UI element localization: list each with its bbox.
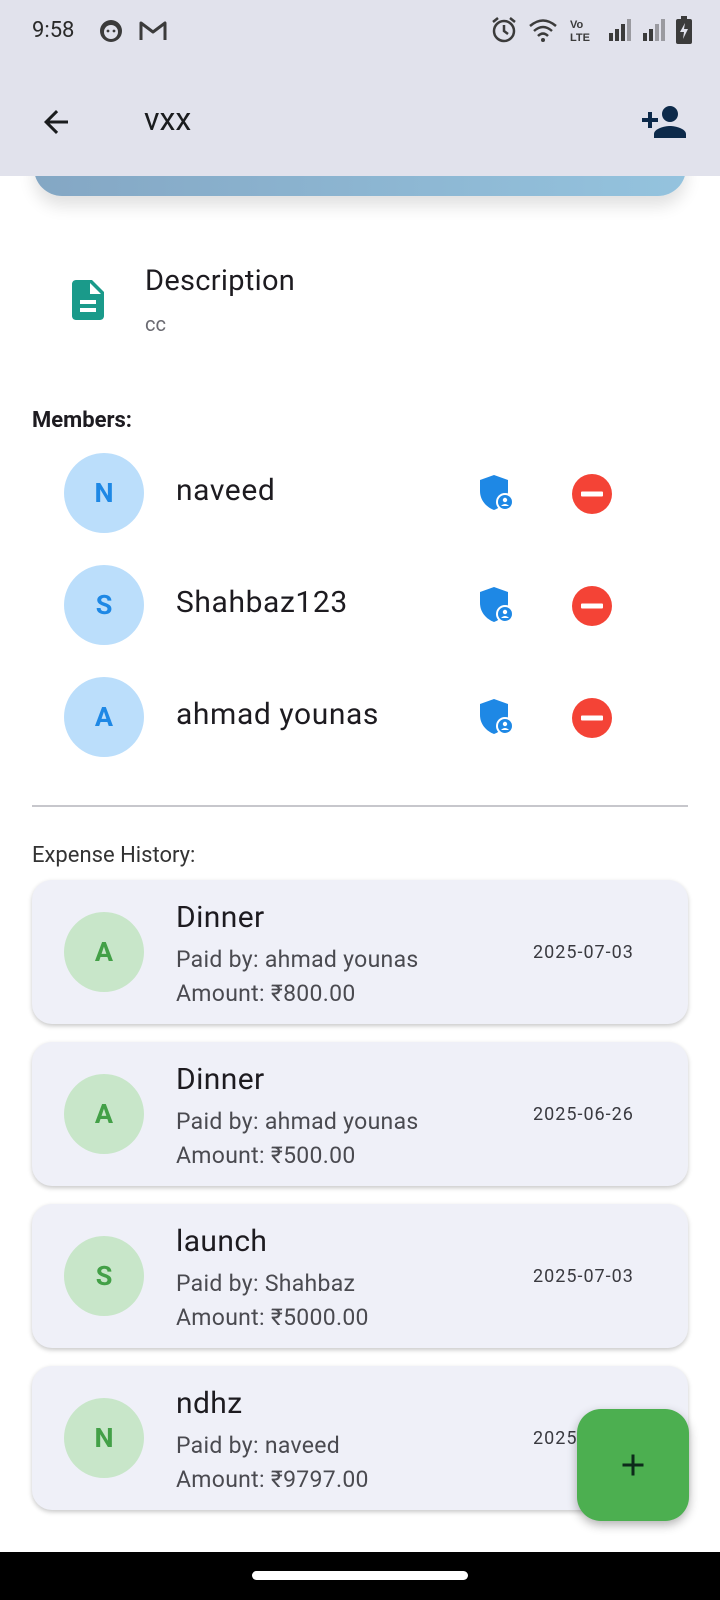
avatar: N — [64, 1398, 144, 1478]
alarm-icon — [490, 16, 518, 48]
system-nav-bar — [0, 1552, 720, 1600]
avatar-initial: A — [94, 1098, 114, 1130]
add-member-button[interactable] — [636, 96, 692, 148]
divider — [32, 805, 688, 807]
status-left-icons — [98, 18, 168, 48]
avatar-initial: N — [94, 477, 114, 509]
expense-title: Dinner — [176, 900, 265, 935]
remove-circle-icon — [572, 474, 612, 514]
remove-member-button[interactable] — [571, 473, 613, 515]
avatar: S — [64, 1236, 144, 1316]
members-label: Members: — [32, 408, 133, 433]
avatar: S — [64, 565, 144, 645]
remove-member-button[interactable] — [571, 697, 613, 739]
expense-amount: Amount: ₹5000.00 — [176, 1304, 369, 1331]
person-add-icon — [642, 106, 686, 138]
expense-date: 2025 — [533, 1428, 578, 1449]
add-expense-button[interactable] — [577, 1409, 689, 1521]
signal-2-icon — [642, 19, 666, 45]
page-title: vxx — [144, 100, 192, 138]
expense-title: Dinner — [176, 1062, 265, 1097]
expense-card[interactable]: A Dinner Paid by: ahmad younas Amount: ₹… — [32, 880, 688, 1024]
avatar: A — [64, 677, 144, 757]
expense-paid-by: Paid by: naveed — [176, 1432, 341, 1459]
remove-circle-icon — [572, 698, 612, 738]
status-right-icons: Vo LTE — [490, 16, 692, 48]
gmail-icon — [138, 19, 168, 47]
avatar: N — [64, 453, 144, 533]
status-time: 9:58 — [32, 18, 75, 43]
battery-charging-icon — [676, 16, 692, 48]
avatar-initial: S — [95, 1260, 113, 1292]
avatar-initial: S — [95, 589, 113, 621]
expense-history-label: Expense History: — [32, 843, 196, 868]
signal-icon — [608, 19, 632, 45]
expense-amount: Amount: ₹500.00 — [176, 1142, 356, 1169]
document-icon — [64, 276, 112, 324]
arrow-left-icon — [44, 110, 68, 134]
avatar-initial: A — [94, 701, 114, 733]
expense-paid-by: Paid by: ahmad younas — [176, 1108, 419, 1135]
avatar-initial: N — [94, 1422, 114, 1454]
member-name: Shahbaz123 — [176, 585, 348, 620]
description-section: Description cc — [64, 262, 664, 352]
member-name: naveed — [176, 473, 276, 508]
status-bar: 9:58 Vo LTE — [0, 0, 720, 66]
expense-title: ndhz — [176, 1386, 243, 1421]
remove-member-button[interactable] — [571, 585, 613, 627]
member-row: S Shahbaz123 — [0, 565, 720, 645]
avatar-initial: A — [94, 936, 114, 968]
expense-date: 2025-06-26 — [533, 1104, 634, 1125]
expense-amount: Amount: ₹9797.00 — [176, 1466, 369, 1493]
expense-date: 2025-07-03 — [533, 942, 634, 963]
avatar: A — [64, 1074, 144, 1154]
expense-paid-by: Paid by: Shahbaz — [176, 1270, 356, 1297]
member-row: N naveed — [0, 453, 720, 533]
volte-icon: Vo LTE — [568, 16, 598, 48]
admin-shield-icon[interactable] — [474, 583, 518, 627]
avatar: A — [64, 912, 144, 992]
description-text: cc — [145, 312, 166, 336]
svg-text:LTE: LTE — [570, 32, 590, 44]
expense-amount: Amount: ₹800.00 — [176, 980, 356, 1007]
app-bar: vxx — [0, 66, 720, 176]
member-name: ahmad younas — [176, 697, 380, 732]
admin-shield-icon[interactable] — [474, 471, 518, 515]
admin-shield-icon[interactable] — [474, 695, 518, 739]
wifi-icon — [528, 17, 558, 47]
expense-paid-by: Paid by: ahmad younas — [176, 946, 419, 973]
member-row: A ahmad younas — [0, 677, 720, 757]
expense-title: launch — [176, 1224, 268, 1259]
back-button[interactable] — [30, 96, 82, 148]
svg-text:Vo: Vo — [570, 19, 584, 31]
expense-card[interactable]: S launch Paid by: Shahbaz Amount: ₹5000.… — [32, 1204, 688, 1348]
face-notification-icon — [98, 18, 124, 48]
expense-date: 2025-07-03 — [533, 1266, 634, 1287]
description-title: Description — [145, 264, 296, 298]
remove-circle-icon — [572, 586, 612, 626]
expense-card[interactable]: A Dinner Paid by: ahmad younas Amount: ₹… — [32, 1042, 688, 1186]
home-gesture-handle[interactable] — [252, 1571, 468, 1580]
plus-icon — [622, 1454, 644, 1476]
